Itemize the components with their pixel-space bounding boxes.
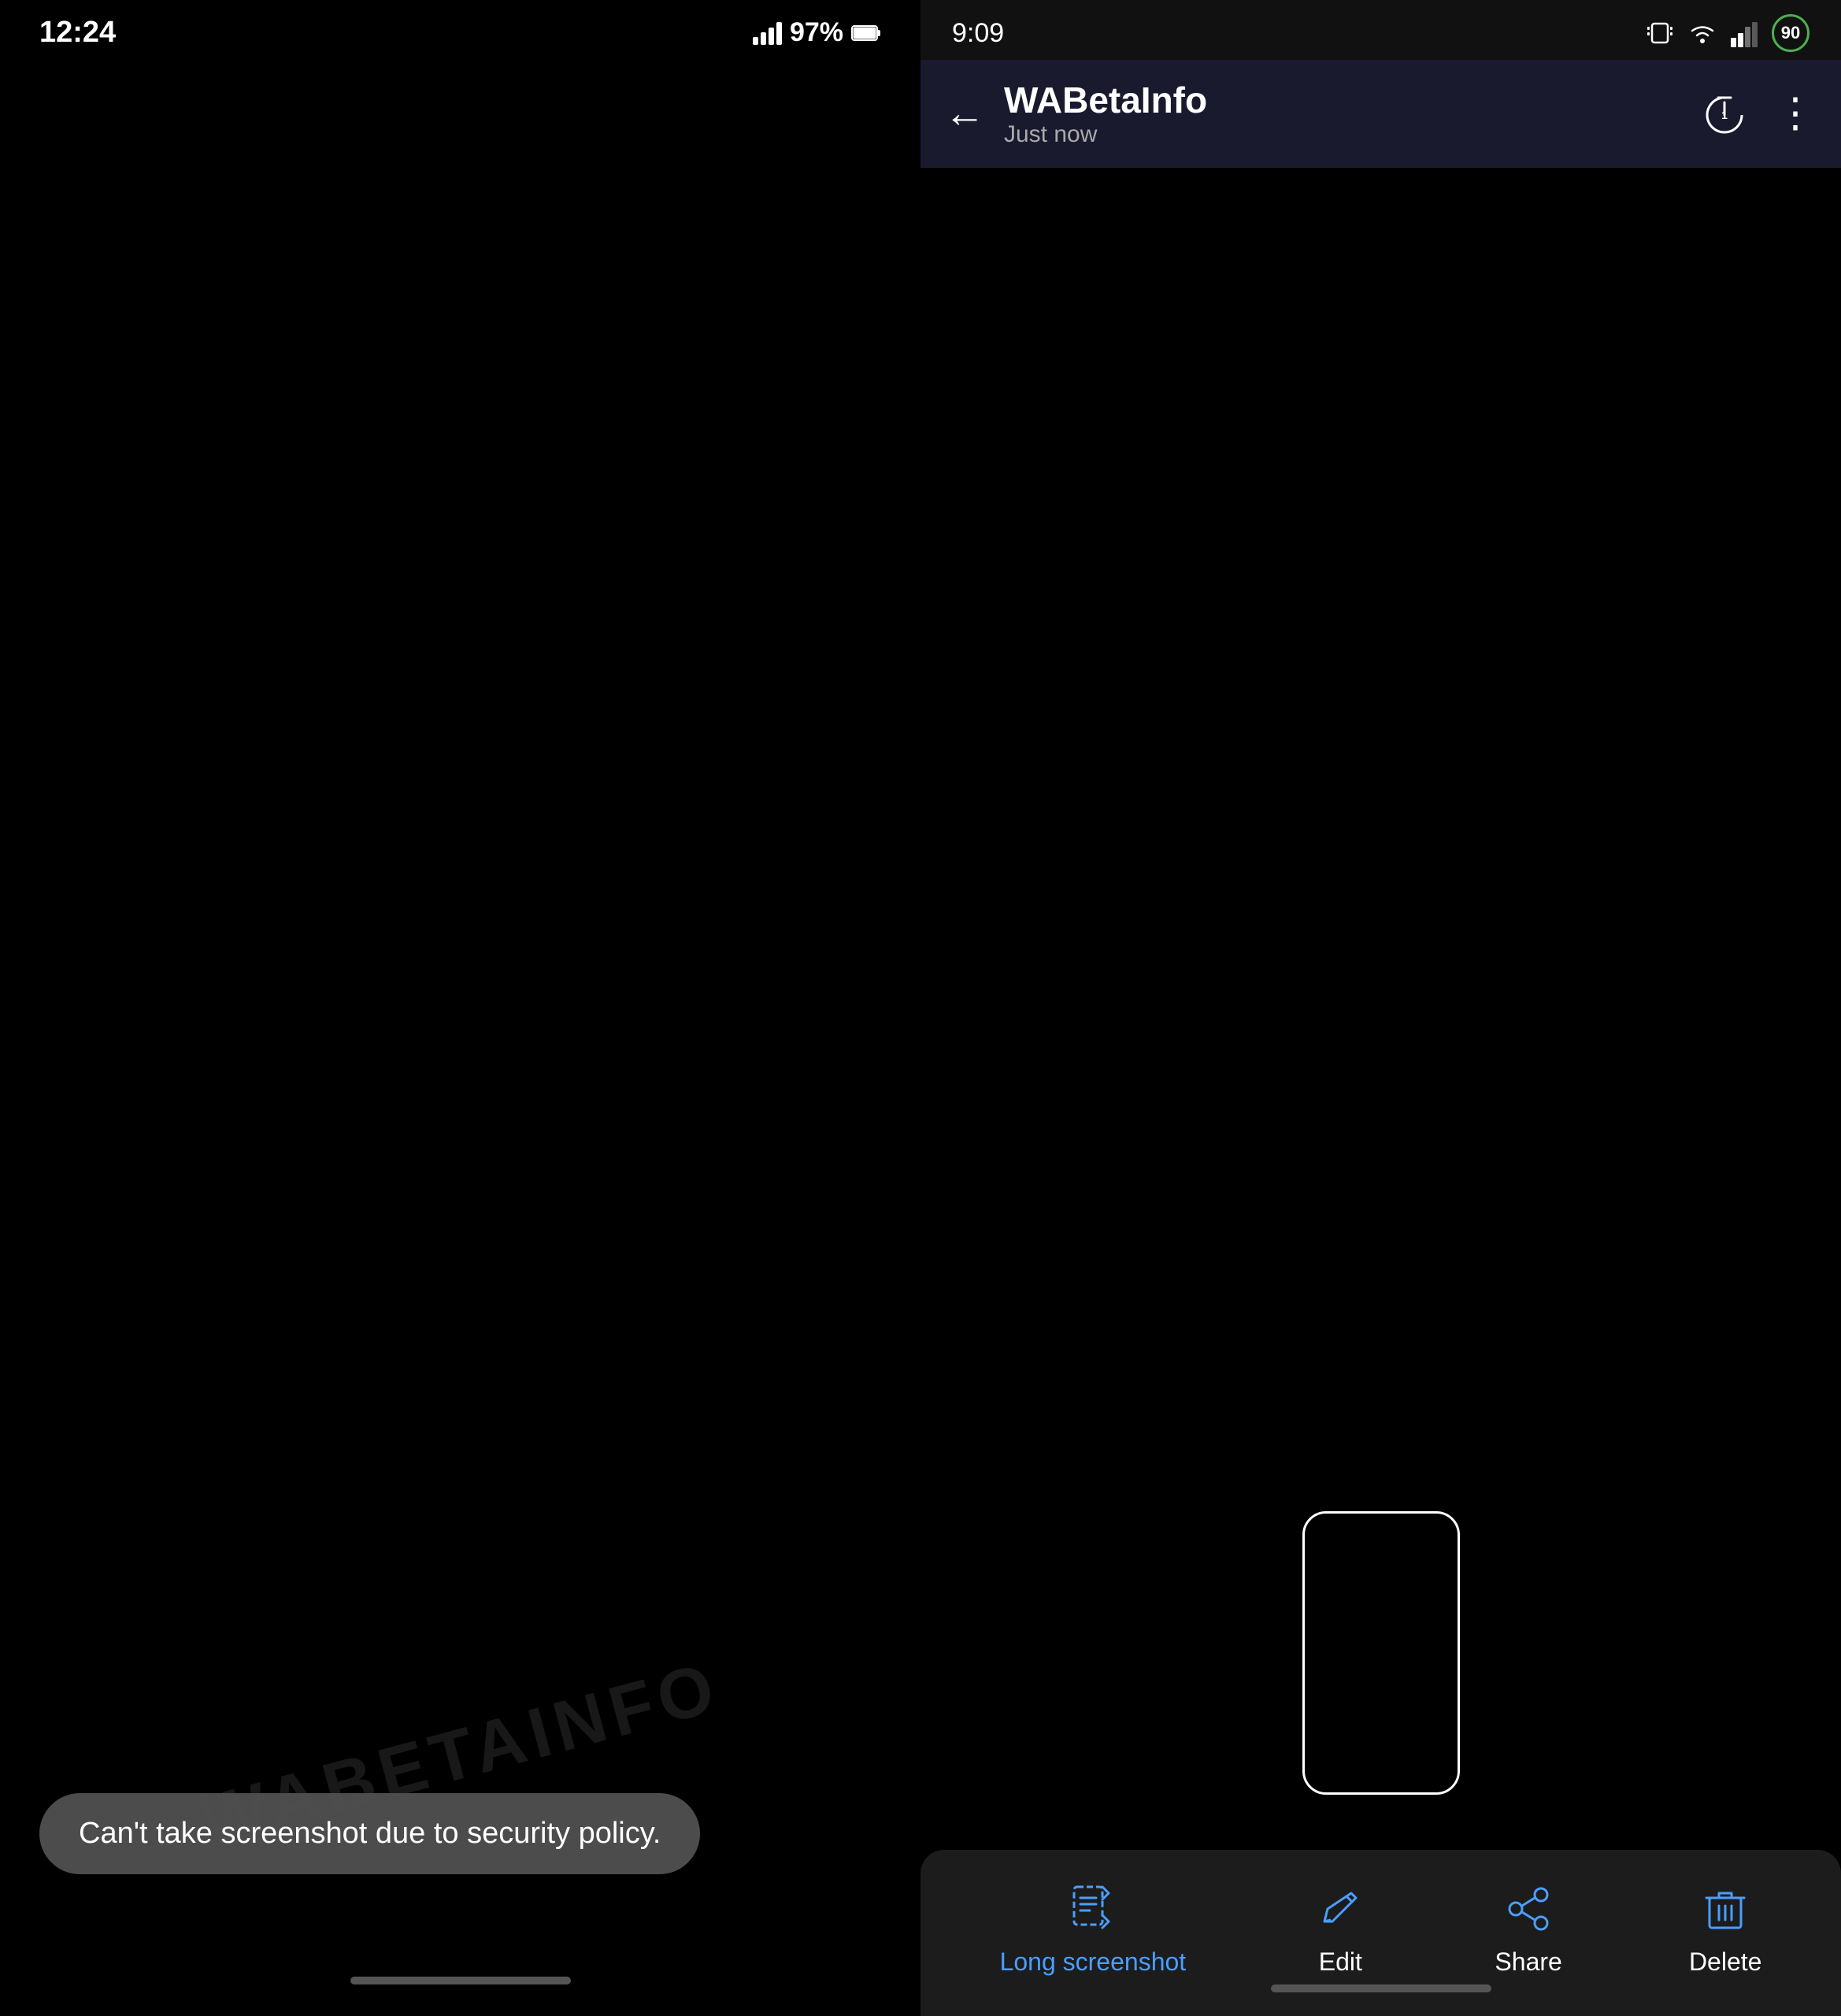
left-panel: 12:24 97% WABETAINFO Can't take screensh… <box>0 0 920 2016</box>
right-time: 9:09 <box>952 18 1004 49</box>
signal-bar-4 <box>776 22 782 45</box>
right-signal-icon <box>1731 19 1759 47</box>
svg-text:1: 1 <box>1721 109 1728 121</box>
contact-name: WABetaInfo <box>1004 79 1207 121</box>
long-screenshot-label: Long screenshot <box>1000 1947 1187 1977</box>
signal-bar-3 <box>769 28 774 45</box>
right-home-indicator <box>1271 1984 1491 1992</box>
whatsapp-header-right: 1 ⋮ <box>1701 90 1817 137</box>
signal-bar-2 <box>761 32 766 45</box>
back-button[interactable]: ← <box>944 90 985 137</box>
whatsapp-header-left: ← WABetaInfo Just now <box>944 79 1207 148</box>
battery-icon <box>851 24 881 43</box>
right-battery-icon: 90 <box>1772 14 1810 52</box>
delete-button[interactable]: Delete <box>1665 1873 1786 1984</box>
right-status-icons: 90 <box>1646 14 1810 52</box>
screenshot-preview-area <box>920 168 1841 1850</box>
timer-icon[interactable]: 1 <box>1701 90 1748 137</box>
wifi-icon <box>1687 19 1718 47</box>
whatsapp-header: ← WABetaInfo Just now 1 ⋮ <box>920 60 1841 168</box>
contact-status: Just now <box>1004 121 1207 148</box>
toast-message: Can't take screenshot due to security po… <box>39 1793 700 1874</box>
vibrate-icon <box>1646 19 1674 47</box>
phone-preview-thumbnail <box>1302 1511 1460 1795</box>
left-status-right: 97% <box>753 17 881 48</box>
share-icon <box>1501 1881 1556 1936</box>
left-time: 12:24 <box>39 16 116 50</box>
delete-label: Delete <box>1689 1947 1762 1977</box>
delete-icon <box>1698 1881 1753 1936</box>
share-label: Share <box>1495 1947 1561 1977</box>
contact-info: WABetaInfo Just now <box>1004 79 1207 148</box>
edit-label: Edit <box>1319 1947 1362 1977</box>
edit-button[interactable]: Edit <box>1289 1873 1391 1984</box>
left-battery-percent: 97% <box>790 17 843 48</box>
share-svg <box>1505 1885 1552 1933</box>
signal-bars-icon <box>753 21 782 45</box>
delete-svg <box>1702 1885 1749 1933</box>
long-screenshot-svg <box>1068 1884 1118 1934</box>
right-status-bar: 9:09 <box>920 0 1841 60</box>
edit-svg <box>1317 1885 1364 1933</box>
left-status-bar: 12:24 97% <box>0 0 920 57</box>
signal-bar-1 <box>753 37 758 45</box>
right-panel: 9:09 <box>920 0 1841 2016</box>
long-screenshot-icon <box>1065 1881 1121 1936</box>
long-screenshot-button[interactable]: Long screenshot <box>976 1873 1210 1984</box>
more-options-button[interactable]: ⋮ <box>1775 90 1817 137</box>
share-button[interactable]: Share <box>1471 1873 1585 1984</box>
left-home-indicator <box>350 1977 571 1984</box>
edit-icon <box>1313 1881 1368 1936</box>
